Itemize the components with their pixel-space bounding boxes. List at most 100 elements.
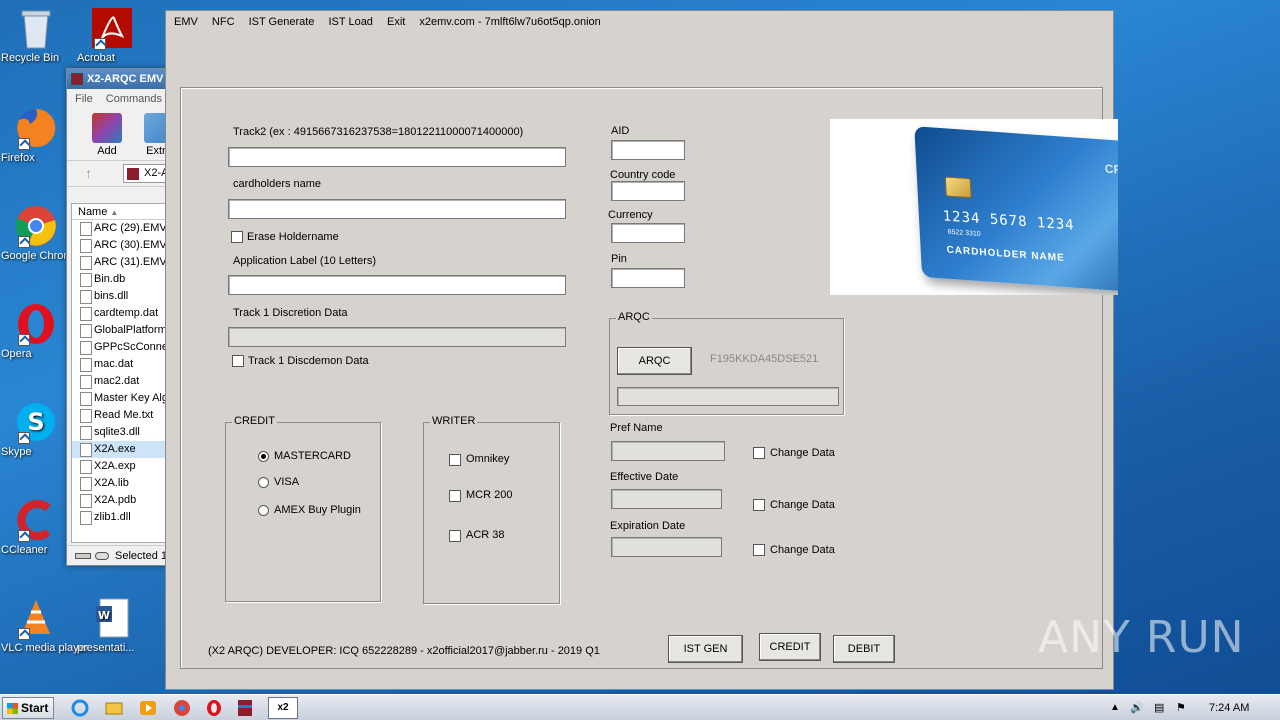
file-list-item[interactable]: Master Key Alg... [72,390,174,407]
vlc-icon [14,596,58,640]
amex-radio[interactable] [258,505,269,516]
application-label-input[interactable] [228,275,566,295]
file-list-item[interactable]: Bin.db [72,271,174,288]
shortcut-arrow-icon [18,236,30,248]
taskbar-task-x2[interactable]: x2 [268,697,298,719]
effective-date-change-checkbox[interactable] [753,499,765,511]
media-player-icon[interactable] [138,698,158,718]
network-icon[interactable]: ▤ [1154,695,1164,720]
winrar-taskbar-icon[interactable] [235,698,255,718]
omnikey-checkbox[interactable] [449,454,461,466]
file-list-item[interactable]: sqlite3.dll [72,424,174,441]
chrome-taskbar-icon[interactable] [172,698,192,718]
desktop-icon-skype[interactable]: S Skype [1,400,71,458]
effective-date-input[interactable] [611,489,722,509]
expiration-date-change-checkbox[interactable] [753,544,765,556]
file-list-item[interactable]: ARC (29).EMV [72,220,174,237]
arqc-group: ARQC ARQC F195KKDA45DSE521 [609,311,844,415]
effective-date-label: Effective Date [610,471,679,483]
track2-input[interactable] [228,147,566,167]
writer-group-title: WRITER [430,415,478,427]
file-list-item[interactable]: mac.dat [72,356,174,373]
effective-date-change-label: Change Data [770,499,835,511]
desktop-icon-chrome[interactable]: Google Chrome [1,204,79,262]
desktop-icon-opera[interactable]: Opera [1,302,71,360]
track1-discretion-checkbox[interactable] [232,355,244,367]
desktop-icon-vlc[interactable]: VLC media player [1,596,88,654]
x2-arqc-window[interactable]: EMV NFC IST Generate IST Load Exit x2emv… [165,10,1118,690]
file-list-item[interactable]: X2A.pdb [72,492,174,509]
clock[interactable]: 7:24 AM [1209,695,1249,720]
volume-icon[interactable]: 🔊 [1130,695,1144,720]
file-list-item[interactable]: ARC (30).EMV [72,237,174,254]
desktop-icon-firefox[interactable]: Firefox [1,106,71,164]
track1-discretion-input[interactable] [228,327,566,347]
arqc-button[interactable]: ARQC [617,347,692,375]
file-list-item[interactable]: GlobalPlatform... [72,322,174,339]
start-button[interactable]: Start [2,697,54,719]
acr38-checkbox[interactable] [449,530,461,542]
menu-ist-load[interactable]: IST Load [328,16,372,28]
winrar-window[interactable]: X2-ARQC EMV File Commands Add Extra ↑ X2… [66,68,183,566]
desktop-icon-label: presentati... [77,642,135,654]
menu-emv[interactable]: EMV [174,16,198,28]
anyrun-watermark: ANY RUN [1038,612,1245,663]
visa-radio[interactable] [258,477,269,488]
flag-icon[interactable]: ⚑ [1176,695,1186,720]
winrar-column-name[interactable]: Name ▲ [72,204,174,220]
file-list-item[interactable]: bins.dll [72,288,174,305]
file-list-item[interactable]: zlib1.dll [72,509,174,526]
file-list-item[interactable]: cardtemp.dat [72,305,174,322]
credit-group: CREDIT MASTERCARD VISA AMEX Buy Plugin [225,415,381,602]
winrar-add-button[interactable]: Add [85,113,129,157]
pref-name-input[interactable] [611,441,725,461]
aid-input[interactable] [611,140,685,160]
cardholder-name-input[interactable] [228,199,566,219]
arqc-output-field[interactable] [617,387,839,406]
pref-name-change-checkbox[interactable] [753,447,765,459]
shortcut-arrow-icon [18,138,30,150]
track2-label: Track2 (ex : 4915667316237538=1801221100… [233,126,524,138]
chip-icon [944,176,972,199]
explorer-icon[interactable] [104,698,124,718]
opera-icon [14,302,58,346]
pin-input[interactable] [611,268,685,288]
tray-expand-icon[interactable]: ▲ [1110,695,1120,720]
winrar-file-list[interactable]: Name ▲ ARC (29).EMV ARC (30).EMV ARC (31).… [71,203,175,543]
ie-icon[interactable] [70,698,90,718]
visa-label: VISA [274,476,300,488]
country-code-input[interactable] [611,181,685,201]
mastercard-radio[interactable] [258,451,269,462]
up-arrow-icon[interactable]: ↑ [85,165,92,181]
file-list-item[interactable]: ARC (31).EMV [72,254,174,271]
file-list-item[interactable]: Read Me.txt [72,407,174,424]
currency-label: Currency [608,209,653,221]
credit-group-title: CREDIT [232,415,277,427]
desktop-icon-acrobat[interactable]: Acrobat [77,6,147,64]
opera-taskbar-icon[interactable] [204,698,224,718]
mcr200-checkbox[interactable] [449,490,461,502]
winrar-menubar[interactable]: File Commands [67,89,175,109]
expiration-date-input[interactable] [611,537,722,557]
file-list-item[interactable]: X2A.exp [72,458,174,475]
erase-holdername-checkbox[interactable] [231,231,243,243]
file-list-item[interactable]: X2A.lib [72,475,174,492]
desktop-icon-recycle-bin[interactable]: Recycle Bin [1,6,71,64]
file-list-item[interactable]: X2A.exe [72,441,174,458]
file-list-item[interactable]: GPPcScConnec... [72,339,174,356]
menu-nfc[interactable]: NFC [212,16,235,28]
desktop-icon-label: Recycle Bin [1,52,60,64]
file-list-item[interactable]: mac2.dat [72,373,174,390]
debit-button[interactable]: DEBIT [833,635,895,663]
menu-exit[interactable]: Exit [387,16,405,28]
currency-input[interactable] [611,223,685,243]
desktop-icon-word-document[interactable]: W presentati... [77,596,147,654]
svg-text:W: W [98,609,110,622]
ist-gen-button[interactable]: IST GEN [668,635,743,663]
mcr200-label: MCR 200 [466,489,513,501]
menu-site-link[interactable]: x2emv.com - 7mlft6lw7u6ot5qp.onion [419,16,600,28]
winrar-titlebar[interactable]: X2-ARQC EMV [67,69,175,89]
desktop-icon-ccleaner[interactable]: CCleaner [1,498,71,556]
credit-button[interactable]: CREDIT [759,633,821,661]
menu-ist-generate[interactable]: IST Generate [249,16,315,28]
